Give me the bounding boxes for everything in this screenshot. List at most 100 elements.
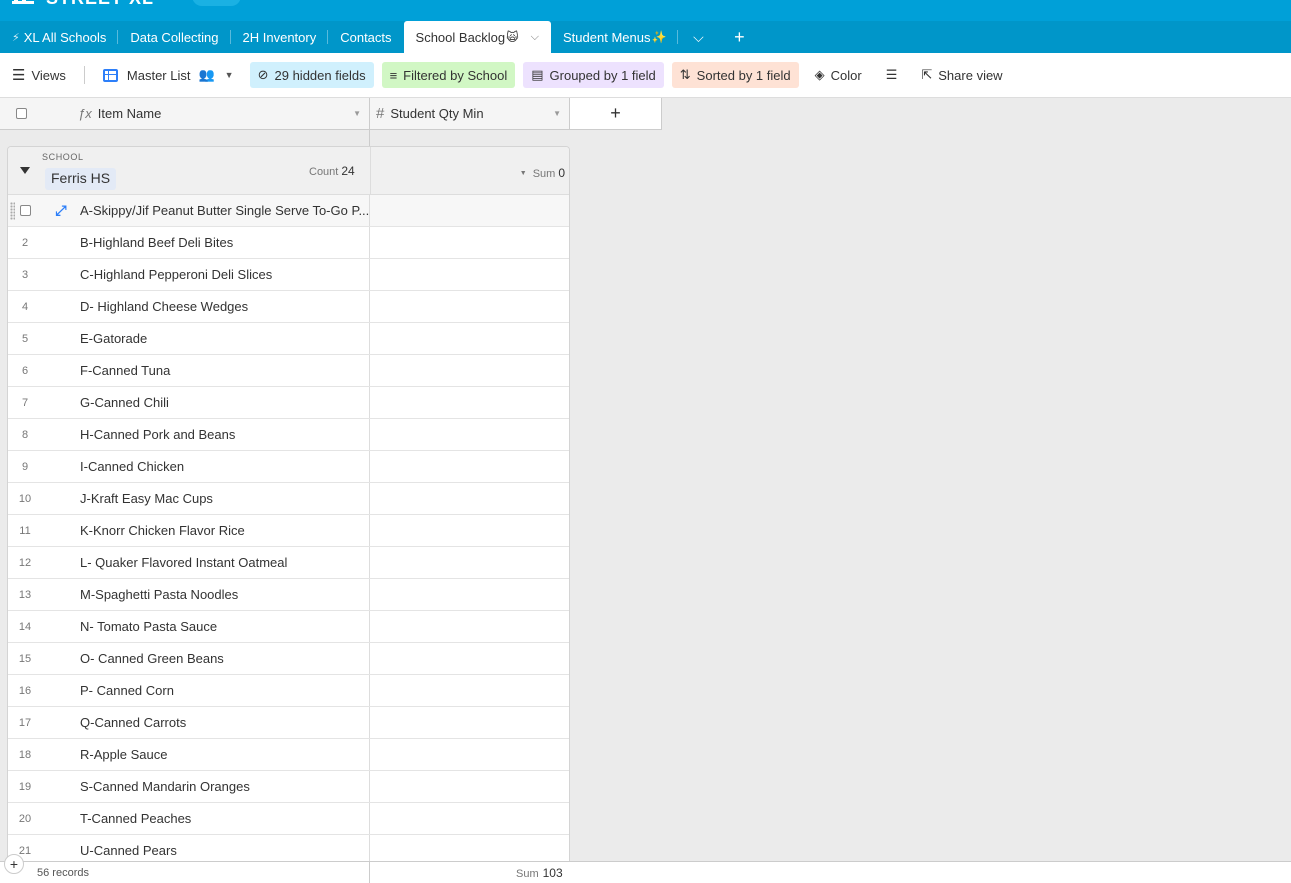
student-qty-cell[interactable] [370, 515, 569, 546]
item-name-cell[interactable]: H-Canned Pork and Beans [80, 419, 370, 450]
add-table-plus-icon[interactable]: + [718, 21, 760, 53]
item-name-cell[interactable]: N- Tomato Pasta Sauce [80, 611, 370, 642]
base-logo-icon[interactable] [12, 0, 34, 4]
table-row[interactable]: 3 C-Highland Pepperoni Deli Slices [8, 259, 569, 291]
sort-button[interactable]: ⇅ Sorted by 1 field [671, 62, 799, 88]
student-qty-cell[interactable] [370, 483, 569, 514]
tab-2h-inventory[interactable]: 2H Inventory [231, 21, 329, 53]
share-view-button[interactable]: ⇱ Share view [913, 62, 1010, 88]
student-qty-cell[interactable] [370, 579, 569, 610]
tab-data-collecting[interactable]: Data Collecting [118, 21, 231, 53]
tab-xl-all-schools[interactable]: ⚡ XL All Schools [0, 21, 119, 53]
chevron-down-icon[interactable]: ⌵ [531, 31, 539, 44]
table-row[interactable]: 14 N- Tomato Pasta Sauce [8, 611, 569, 643]
item-name-cell[interactable]: C-Highland Pepperoni Deli Slices [80, 259, 370, 290]
group-button[interactable]: ▤ Grouped by 1 field [523, 62, 664, 88]
tab-student-menus[interactable]: Student Menus ✨ [551, 21, 679, 53]
item-name-cell[interactable]: S-Canned Mandarin Oranges [80, 771, 370, 802]
student-qty-cell[interactable] [370, 451, 569, 482]
row-height-button[interactable]: ☰ [878, 62, 906, 88]
add-field-button[interactable]: + [570, 98, 662, 129]
table-row[interactable]: 12 L- Quaker Flavored Instant Oatmeal [8, 547, 569, 579]
student-qty-cell[interactable] [370, 771, 569, 802]
student-qty-cell[interactable] [370, 227, 569, 258]
table-row[interactable]: 19 S-Canned Mandarin Oranges [8, 771, 569, 803]
item-name-cell[interactable]: Q-Canned Carrots [80, 707, 370, 738]
collapse-group-triangle-icon[interactable] [20, 167, 30, 174]
table-row[interactable]: 6 F-Canned Tuna [8, 355, 569, 387]
hide-fields-button[interactable]: ⊘ 29 hidden fields [249, 62, 374, 88]
item-name-cell[interactable]: E-Gatorade [80, 323, 370, 354]
item-name-cell[interactable]: R-Apple Sauce [80, 739, 370, 770]
item-name-cell[interactable]: M-Spaghetti Pasta Noodles [80, 579, 370, 610]
item-name-cell[interactable]: J-Kraft Easy Mac Cups [80, 483, 370, 514]
table-row[interactable]: 7 G-Canned Chili [8, 387, 569, 419]
item-name-cell[interactable]: K-Knorr Chicken Flavor Rice [80, 515, 370, 546]
student-qty-cell[interactable] [370, 387, 569, 418]
table-row[interactable]: 8 H-Canned Pork and Beans [8, 419, 569, 451]
base-name[interactable]: STREET XL [46, 0, 154, 9]
table-row[interactable]: 2 B-Highland Beef Deli Bites [8, 227, 569, 259]
item-name-cell[interactable]: P- Canned Corn [80, 675, 370, 706]
table-row[interactable]: 13 M-Spaghetti Pasta Noodles [8, 579, 569, 611]
group-header[interactable]: SCHOOL Ferris HS Count 24 ▼ Sum 0 [8, 147, 569, 195]
table-row[interactable]: 18 R-Apple Sauce [8, 739, 569, 771]
student-qty-cell[interactable] [370, 835, 569, 861]
select-all-checkbox[interactable] [15, 108, 27, 119]
table-row[interactable]: ⤢ A-Skippy/Jif Peanut Butter Single Serv… [8, 195, 569, 227]
item-name-cell[interactable]: T-Canned Peaches [80, 803, 370, 834]
student-qty-cell[interactable] [370, 675, 569, 706]
table-row[interactable]: 10 J-Kraft Easy Mac Cups [8, 483, 569, 515]
student-qty-cell[interactable] [370, 643, 569, 674]
group-sum[interactable]: ▼ Sum 0 [520, 166, 565, 180]
student-qty-cell[interactable] [370, 195, 569, 226]
student-qty-cell[interactable] [370, 323, 569, 354]
item-name-cell[interactable]: O- Canned Green Beans [80, 643, 370, 674]
row-checkbox[interactable] [19, 205, 31, 216]
item-name-cell[interactable]: L- Quaker Flavored Instant Oatmeal [80, 547, 370, 578]
expand-arrows-icon[interactable]: ⤢ [55, 202, 66, 219]
tab-school-backlog[interactable]: School Backlog 🙀 ⌵ [403, 21, 552, 53]
student-qty-cell[interactable] [370, 259, 569, 290]
item-name-cell[interactable]: A-Skippy/Jif Peanut Butter Single Serve … [80, 195, 370, 226]
filter-button[interactable]: ≡ Filtered by School [381, 62, 516, 88]
color-button[interactable]: ◈ Color [807, 62, 870, 88]
row-number: 10 [18, 492, 32, 505]
row-number: 16 [18, 684, 32, 697]
column-header-student-qty-min[interactable]: # Student Qty Min ▼ [370, 98, 570, 129]
item-name-cell[interactable]: B-Highland Beef Deli Bites [80, 227, 370, 258]
student-qty-cell[interactable] [370, 547, 569, 578]
student-qty-cell[interactable] [370, 803, 569, 834]
tab-contacts[interactable]: Contacts [328, 21, 403, 53]
item-name-cell[interactable]: D- Highland Cheese Wedges [80, 291, 370, 322]
column-menu-caret-icon[interactable]: ▼ [353, 109, 361, 118]
table-row[interactable]: 20 T-Canned Peaches [8, 803, 569, 835]
student-qty-cell[interactable] [370, 291, 569, 322]
add-record-plus-icon[interactable]: + [4, 854, 24, 874]
table-row[interactable]: 5 E-Gatorade [8, 323, 569, 355]
table-row[interactable]: 16 P- Canned Corn [8, 675, 569, 707]
item-name-cell[interactable]: I-Canned Chicken [80, 451, 370, 482]
student-qty-cell[interactable] [370, 419, 569, 450]
table-row[interactable]: 9 I-Canned Chicken [8, 451, 569, 483]
item-name-cell[interactable]: F-Canned Tuna [80, 355, 370, 386]
student-qty-cell[interactable] [370, 611, 569, 642]
more-tables-chevron-icon[interactable]: ⌵ [678, 21, 718, 53]
table-row[interactable]: 11 K-Knorr Chicken Flavor Rice [8, 515, 569, 547]
column-header-item-name[interactable]: ƒx Item Name ▼ [42, 98, 370, 129]
student-qty-cell[interactable] [370, 739, 569, 770]
views-button[interactable]: ☰ Views [12, 62, 74, 88]
student-qty-cell[interactable] [370, 707, 569, 738]
table-row[interactable]: 4 D- Highland Cheese Wedges [8, 291, 569, 323]
column-menu-caret-icon[interactable]: ▼ [553, 109, 561, 118]
table-row[interactable]: 21 U-Canned Pears [8, 835, 569, 861]
item-name-cell[interactable]: U-Canned Pears [80, 835, 370, 861]
footer-sum[interactable]: Sum 103 [516, 866, 563, 880]
view-switcher-button[interactable]: Master List 👥 ▼ [95, 62, 242, 88]
table-row[interactable]: 15 O- Canned Green Beans [8, 643, 569, 675]
table-row[interactable]: 17 Q-Canned Carrots [8, 707, 569, 739]
drag-handle-icon[interactable] [10, 202, 15, 220]
student-qty-cell[interactable] [370, 355, 569, 386]
header-pill-button[interactable] [192, 0, 241, 6]
item-name-cell[interactable]: G-Canned Chili [80, 387, 370, 418]
